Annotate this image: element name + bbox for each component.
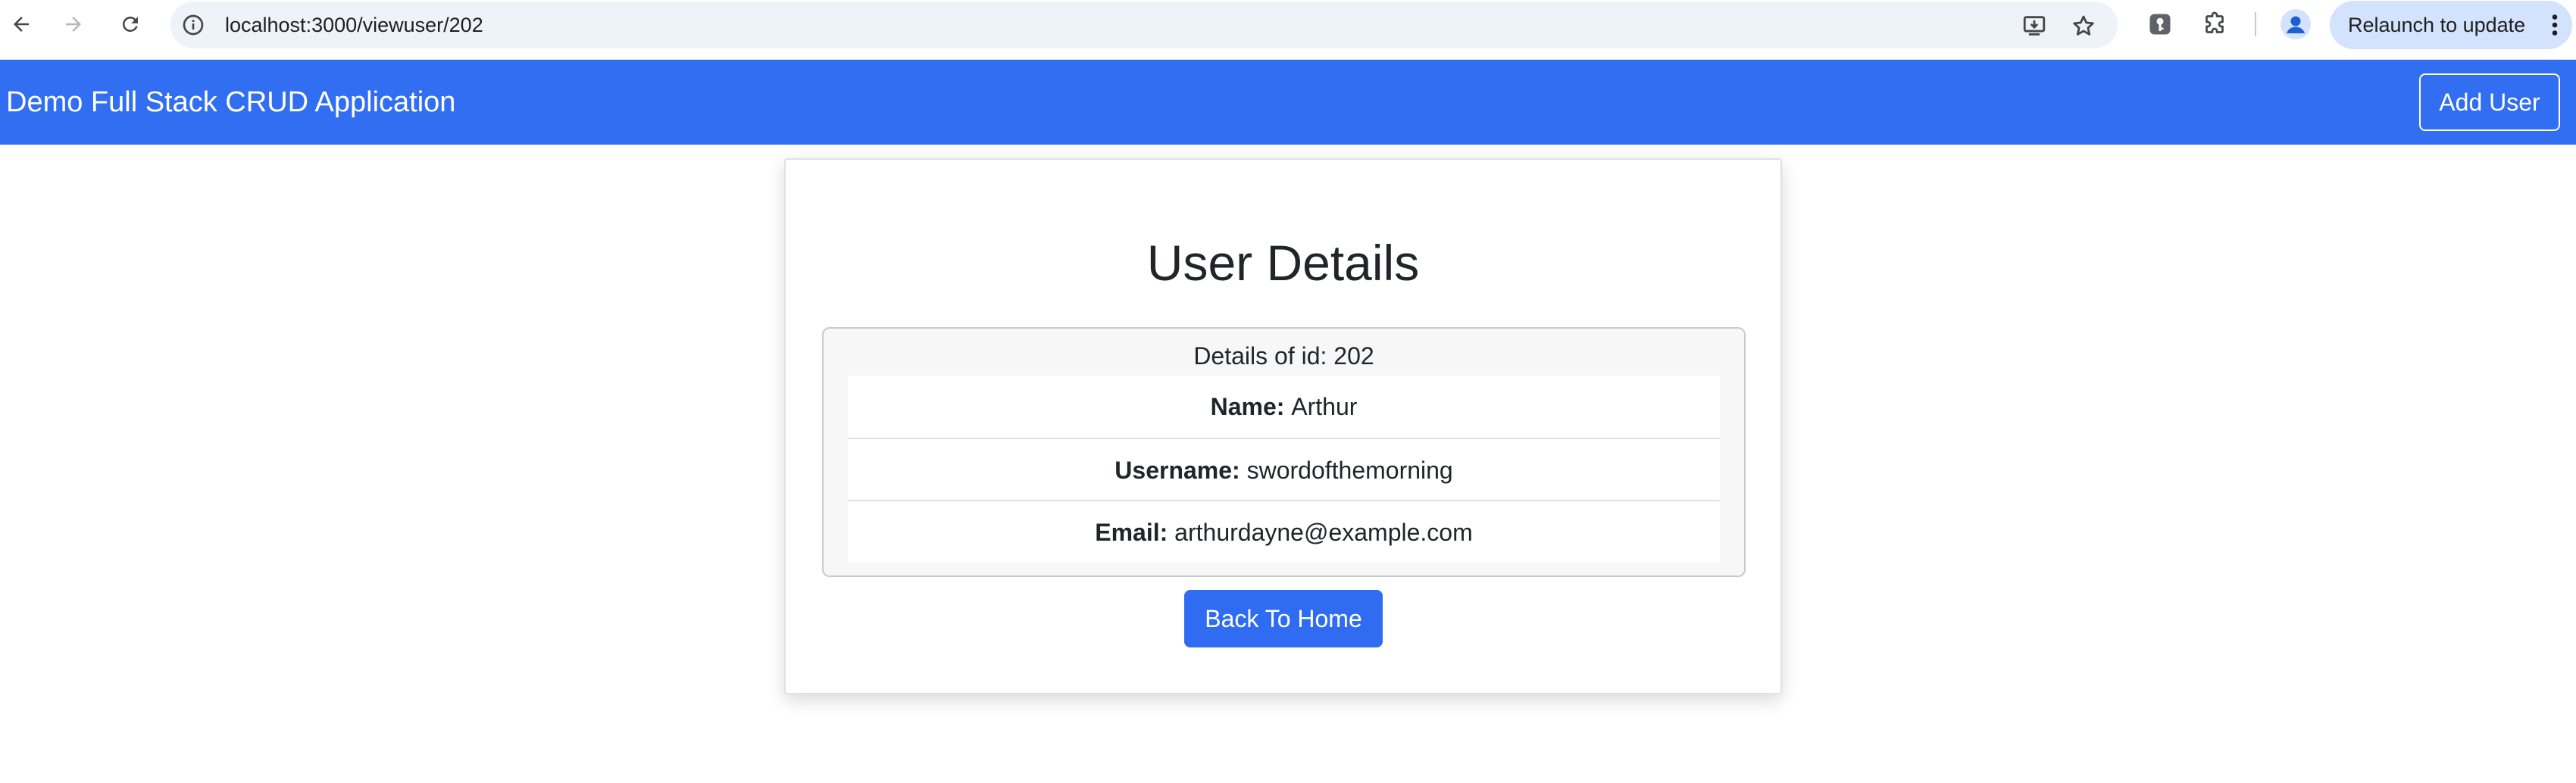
back-to-home-button[interactable]: Back To Home	[1184, 590, 1383, 647]
reload-icon	[123, 17, 138, 32]
field-label-email: Email:	[1095, 519, 1175, 546]
list-item-username: Username: swordofthemorning	[848, 438, 1720, 500]
forward-icon	[66, 17, 81, 32]
address-bar[interactable]: localhost:3000/viewuser/202	[170, 2, 2118, 48]
password-manager-icon[interactable]	[2146, 11, 2174, 38]
field-label-name: Name:	[1210, 393, 1292, 420]
field-label-username: Username:	[1114, 457, 1247, 484]
navbar-brand[interactable]: Demo Full Stack CRUD Application	[6, 60, 455, 145]
relaunch-button[interactable]: Relaunch to update	[2330, 1, 2572, 49]
field-value-email: arthurdayne@example.com	[1174, 519, 1473, 546]
list-item-name: Name: Arthur	[848, 376, 1720, 438]
details-panel: Details of id: 202 Name: Arthur Username…	[822, 327, 1746, 577]
back-icon	[14, 17, 29, 32]
field-value-name: Arthur	[1291, 393, 1358, 420]
install-icon[interactable]	[2021, 13, 2047, 39]
url-text[interactable]: localhost:3000/viewuser/202	[225, 2, 483, 48]
star-icon[interactable]	[2071, 13, 2096, 39]
app-navbar: Demo Full Stack CRUD Application Add Use…	[0, 60, 2576, 145]
profile-button[interactable]	[2281, 9, 2311, 39]
user-details-card: User Details Details of id: 202 Name: Ar…	[784, 158, 1782, 694]
list-item-email: Email: arthurdayne@example.com	[848, 500, 1720, 562]
extensions-icon[interactable]	[2201, 11, 2228, 38]
field-value-username: swordofthemorning	[1246, 457, 1453, 484]
profile-icon	[2287, 16, 2305, 33]
page-title: User Details	[1146, 235, 1420, 291]
site-info-icon[interactable]	[181, 13, 205, 37]
details-list: Name: Arthur Username: swordofthemorning…	[848, 376, 1720, 562]
add-user-button[interactable]: Add User	[2419, 73, 2560, 131]
browser-toolbar: localhost:3000/viewuser/202 Relaunch to …	[0, 0, 2576, 60]
reload-button[interactable]	[114, 8, 147, 41]
forward-button[interactable]	[57, 8, 90, 41]
back-button[interactable]	[5, 8, 38, 41]
toolbar-divider	[2255, 12, 2256, 36]
relaunch-label: Relaunch to update	[2348, 14, 2526, 36]
more-icon[interactable]	[2549, 11, 2560, 39]
details-header: Details of id: 202	[1193, 342, 1374, 370]
